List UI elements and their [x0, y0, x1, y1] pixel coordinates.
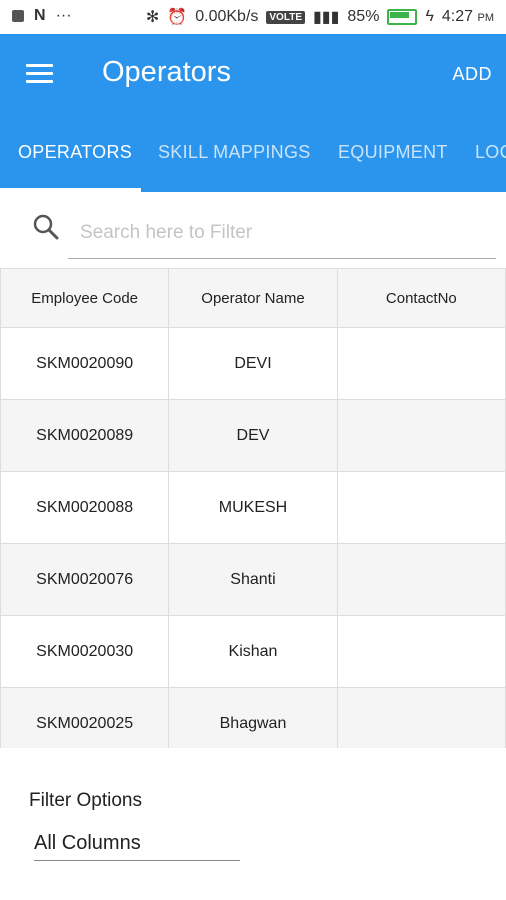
employee-code-cell: SKM0020090	[0, 327, 170, 400]
employee-code-cell: SKM0020089	[0, 399, 170, 472]
gallery-notification-icon	[12, 10, 24, 22]
add-button[interactable]: ADD	[452, 64, 492, 85]
page-title: Operators	[102, 56, 231, 88]
tab-bar: OPERATORS SKILL MAPPINGS EQUIPMENT LOC	[0, 132, 506, 192]
operator-name-cell: MUKESH	[168, 471, 338, 544]
tab-operators[interactable]: OPERATORS	[18, 142, 132, 163]
contact-no-cell	[336, 615, 506, 688]
operator-name-cell: DEV	[168, 399, 338, 472]
data-speed: 0.00Kb/s	[195, 8, 259, 25]
contact-no-cell	[336, 327, 506, 400]
search-icon	[33, 214, 59, 240]
clock: 4:27 PM	[441, 8, 494, 25]
filter-options-label: Filter Options	[29, 790, 142, 811]
employee-code-cell: SKM0020088	[0, 471, 170, 544]
search-input[interactable]	[68, 207, 496, 259]
tab-skill-mappings[interactable]: SKILL MAPPINGS	[158, 142, 311, 163]
hamburger-menu-icon[interactable]	[26, 64, 53, 84]
battery-percent: 85%	[347, 8, 380, 25]
tab-equipment[interactable]: EQUIPMENT	[338, 142, 448, 163]
table-row[interactable]: SKM0020089 DEV	[0, 399, 506, 472]
active-tab-indicator	[0, 188, 141, 192]
status-bar-right: ✻ ⏰ 0.00Kb/s VOLTE ▮▮▮ 85% ϟ 4:27 PM	[146, 7, 494, 27]
signal-icon: ▮▮▮	[312, 9, 340, 26]
table-row[interactable]: SKM0020030 Kishan	[0, 615, 506, 688]
column-header-employee-code[interactable]: Employee Code	[0, 268, 170, 328]
n-notification-icon: N	[34, 7, 46, 24]
table-row[interactable]: SKM0020090 DEVI	[0, 327, 506, 400]
app-bar: Operators ADD OPERATORS SKILL MAPPINGS E…	[0, 34, 506, 192]
contact-no-cell	[336, 471, 506, 544]
filter-options-panel: Filter Options All Columns	[0, 748, 506, 900]
table-row[interactable]: SKM0020076 Shanti	[0, 543, 506, 616]
employee-code-cell: SKM0020076	[0, 543, 170, 616]
column-header-operator-name[interactable]: Operator Name	[168, 268, 338, 328]
search-bar	[0, 205, 506, 265]
table-header-row: Employee Code Operator Name ContactNo	[0, 268, 506, 328]
charging-icon: ϟ	[425, 8, 434, 25]
tab-loc[interactable]: LOC	[475, 142, 506, 163]
contact-no-cell	[336, 399, 506, 472]
table-row[interactable]: SKM0020088 MUKESH	[0, 471, 506, 544]
bluetooth-icon: ✻	[145, 9, 160, 26]
volte-badge: VOLTE	[266, 10, 305, 24]
operator-name-cell: Shanti	[168, 543, 338, 616]
employee-code-cell: SKM0020030	[0, 615, 170, 688]
status-bar-left: N ···	[12, 7, 72, 25]
battery-icon	[387, 9, 418, 25]
operators-table: Employee Code Operator Name ContactNo SK…	[0, 268, 506, 760]
filter-column-select[interactable]: All Columns	[34, 832, 240, 861]
operator-name-cell: Kishan	[168, 615, 338, 688]
contact-no-cell	[336, 543, 506, 616]
operator-name-cell: DEVI	[168, 327, 338, 400]
more-notifications-icon: ···	[55, 7, 72, 24]
status-bar: N ··· ✻ ⏰ 0.00Kb/s VOLTE ▮▮▮ 85% ϟ 4:27 …	[0, 0, 506, 34]
column-header-contact-no[interactable]: ContactNo	[336, 268, 506, 328]
alarm-icon: ⏰	[167, 9, 188, 26]
